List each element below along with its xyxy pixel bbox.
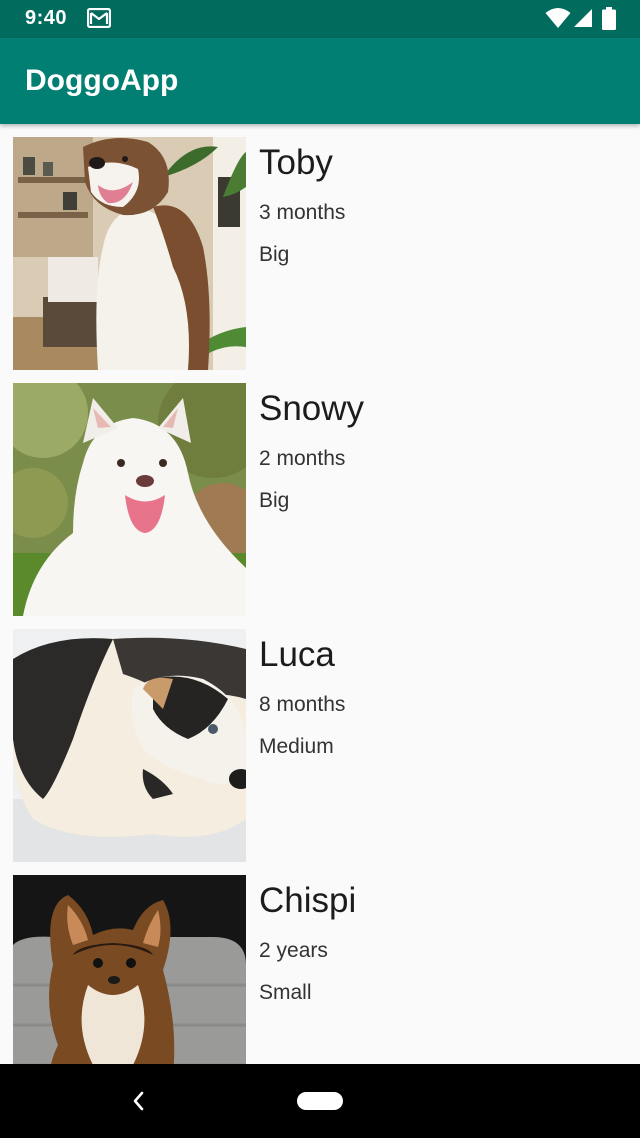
dog-name: Toby bbox=[259, 143, 333, 182]
dog-photo-husky bbox=[13, 137, 246, 370]
dog-list-item[interactable]: Luca 8 months Medium bbox=[0, 629, 640, 875]
dog-size: Small bbox=[259, 981, 312, 1004]
dog-list-item[interactable]: Snowy 2 months Big bbox=[0, 383, 640, 629]
dog-size: Medium bbox=[259, 735, 334, 758]
dog-photo-white-fluffy-dog bbox=[13, 383, 246, 616]
dog-size: Big bbox=[259, 243, 290, 266]
back-icon[interactable] bbox=[127, 1089, 151, 1113]
signal-icon bbox=[574, 9, 592, 27]
battery-icon bbox=[602, 7, 616, 30]
dog-age: 2 years bbox=[259, 939, 328, 962]
home-pill-icon[interactable] bbox=[297, 1092, 343, 1110]
status-bar: 9:40 bbox=[0, 0, 640, 38]
dog-age: 8 months bbox=[259, 693, 346, 716]
dog-size: Big bbox=[259, 489, 290, 512]
dog-name: Chispi bbox=[259, 881, 357, 920]
dog-list-item[interactable]: Chispi 2 years Small bbox=[0, 875, 640, 1064]
app-title: DoggoApp bbox=[25, 64, 179, 97]
dog-name: Luca bbox=[259, 635, 335, 674]
dog-list-item[interactable]: Toby 3 months Big bbox=[0, 137, 640, 383]
dog-age: 2 months bbox=[259, 447, 346, 470]
wifi-icon bbox=[545, 8, 571, 28]
dog-list[interactable]: Toby 3 months Big Snowy 2 months Big Luc… bbox=[0, 124, 640, 1064]
dog-age: 3 months bbox=[259, 201, 346, 224]
dog-name: Snowy bbox=[259, 389, 365, 428]
dog-photo-black-white-dog bbox=[13, 629, 246, 862]
status-time: 9:40 bbox=[25, 7, 68, 29]
app-bar: DoggoApp bbox=[0, 38, 640, 124]
gmail-icon bbox=[87, 8, 111, 28]
dog-photo-chihuahua bbox=[13, 875, 246, 1064]
navigation-bar bbox=[0, 1064, 640, 1138]
